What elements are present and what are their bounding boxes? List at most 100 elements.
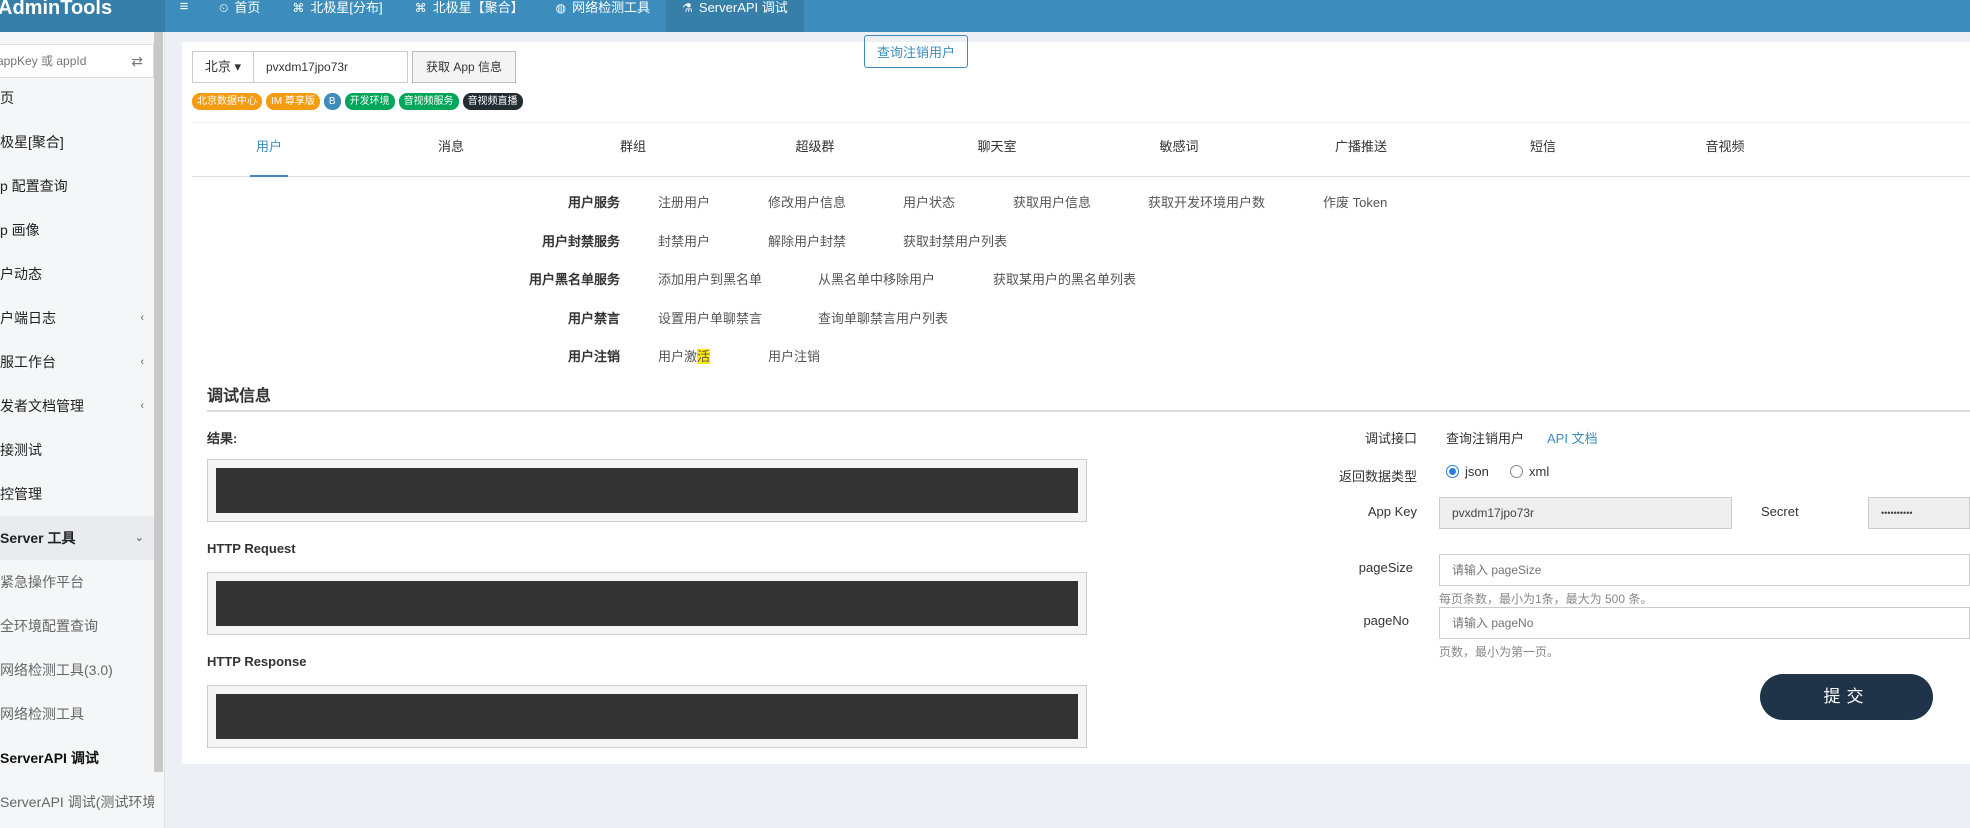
nav-item-polaris[interactable]: ⌘ 北极星[分布] bbox=[276, 0, 398, 32]
service-link[interactable]: 添加用户到黑名单 bbox=[658, 269, 762, 288]
sidebar-item[interactable]: 网络检测工具 bbox=[0, 692, 154, 736]
sidebar-item-label: 接测试 bbox=[0, 442, 42, 458]
sidebar-item[interactable]: 紧急操作平台 bbox=[0, 560, 154, 604]
sidebar-item[interactable]: 页 bbox=[0, 76, 154, 120]
service-link-label: 解除用户封禁 bbox=[768, 234, 847, 249]
tab[interactable]: 敏感词 bbox=[1134, 132, 1224, 177]
nav-item-network-check[interactable]: ◍ 网络检测工具 bbox=[540, 0, 667, 32]
service-link[interactable]: 获取开发环境用户数 bbox=[1148, 192, 1265, 211]
top-nav: ≡ ⏲ 首页 ⌘ 北极星[分布] ⌘ 北极星【聚合】 ◍ 网络检测工具 ⚗ ServerA… bbox=[165, 0, 804, 32]
sidebar-item[interactable]: 网络检测工具(3.0) bbox=[0, 648, 154, 692]
sidebar-search: ⇄ bbox=[0, 44, 154, 78]
region-dropdown[interactable]: 北京 ▾ bbox=[192, 51, 254, 83]
appkey-input[interactable] bbox=[253, 51, 408, 83]
service-link-label: 获取封禁用户列表 bbox=[903, 234, 1008, 249]
service-label: 用户封禁服务 bbox=[541, 234, 620, 249]
service-link[interactable]: 查询注销用户 bbox=[864, 35, 969, 68]
sidebar-item-label: p 配置查询 bbox=[0, 178, 68, 194]
sidebar-item[interactable]: 全环境配置查询 bbox=[0, 604, 154, 648]
sidebar-item-label: 发者文档管理 bbox=[0, 398, 84, 414]
result-box[interactable] bbox=[207, 459, 1087, 522]
service-link-label: 用户状态 bbox=[903, 195, 956, 210]
http-response-content bbox=[216, 694, 1078, 739]
service-link-label: 获取用户信息 bbox=[1013, 195, 1092, 210]
service-link[interactable]: 查询单聊禁言用户列表 bbox=[818, 308, 948, 327]
nav-item-home[interactable]: ⏲ 首页 bbox=[203, 0, 276, 32]
tab[interactable]: 群组 bbox=[588, 132, 678, 177]
nav-item-serverapi-debug[interactable]: ⚗ ServerAPI 调试 bbox=[666, 0, 804, 32]
sidebar-item[interactable]: p 配置查询 bbox=[0, 164, 154, 208]
service-link-label: 从黑名单中移除用户 bbox=[818, 272, 936, 287]
switch-icon[interactable]: ⇄ bbox=[131, 53, 143, 70]
sidebar-item[interactable]: 接测试 bbox=[0, 428, 154, 472]
service-link[interactable]: 用户激活 bbox=[658, 346, 711, 365]
secret-field[interactable]: •••••••••• bbox=[1868, 497, 1970, 529]
tab[interactable]: 短信 bbox=[1498, 132, 1588, 177]
sidebar-item-label: 网络检测工具(3.0) bbox=[0, 662, 113, 678]
service-link[interactable]: 封禁用户 bbox=[658, 231, 710, 250]
sidebar-item-label: 户端日志 bbox=[0, 310, 56, 326]
tab[interactable]: 超级群 bbox=[770, 132, 860, 177]
sidebar-item[interactable]: 服工作台 ‹ bbox=[0, 340, 154, 384]
tab[interactable]: 用户 bbox=[250, 132, 288, 177]
app-logo[interactable]: AdminTools bbox=[0, 0, 165, 32]
tab[interactable]: 音视频 bbox=[1680, 132, 1770, 177]
service-link[interactable]: 作废 Token bbox=[1323, 192, 1387, 211]
radio-json[interactable]: json bbox=[1446, 464, 1489, 479]
sidebar-item-label: 户动态 bbox=[0, 266, 42, 282]
chevron-icon: ‹ bbox=[140, 400, 144, 412]
tab[interactable]: 消息 bbox=[406, 132, 496, 177]
service-link[interactable]: 解除用户封禁 bbox=[768, 231, 846, 250]
service-link-label: 修改用户信息 bbox=[768, 195, 847, 210]
service-link[interactable]: 获取封禁用户列表 bbox=[903, 231, 1007, 250]
highlight-text: 活 bbox=[697, 349, 711, 364]
http-request-box[interactable] bbox=[207, 572, 1087, 635]
service-link[interactable]: 设置用户单聊禁言 bbox=[658, 308, 762, 327]
service-link-label: 用户注销 bbox=[768, 349, 821, 364]
debug-title: 调试信息 bbox=[207, 388, 272, 405]
http-response-box[interactable] bbox=[207, 685, 1087, 748]
chevron-icon: ⌄ bbox=[134, 532, 144, 544]
appkey-field[interactable]: pvxdm17jpo73r bbox=[1439, 497, 1732, 529]
sidebar-scrollbar[interactable] bbox=[154, 32, 163, 772]
status-badge: 音视频直播 bbox=[462, 93, 523, 110]
sidebar-item[interactable]: Server 工具 ⌄ bbox=[0, 516, 154, 560]
sidebar-item-label: 极星[聚合] bbox=[0, 134, 64, 150]
service-link-label: 封禁用户 bbox=[658, 234, 711, 249]
service-link[interactable]: 获取用户信息 bbox=[1013, 192, 1091, 211]
sidebar-item[interactable]: 极星[聚合] bbox=[0, 120, 154, 164]
sidebar-item[interactable]: 户动态 bbox=[0, 252, 154, 296]
submit-button[interactable]: 提交 bbox=[1760, 674, 1933, 720]
pagesize-input[interactable] bbox=[1439, 554, 1970, 586]
sidebar-item[interactable]: 发者文档管理 ‹ bbox=[0, 384, 154, 428]
fetch-app-info-button[interactable]: 获取 App 信息 bbox=[412, 51, 516, 83]
pageno-input[interactable] bbox=[1439, 607, 1970, 639]
status-badge: IM 尊享版 bbox=[266, 93, 320, 110]
main-panel: 北京 ▾ 获取 App 信息 北京数据中心IM 尊享版B开发环境音视频服务音视频… bbox=[182, 35, 1970, 764]
sidebar-item[interactable]: ServerAPI 调试(测试环境) bbox=[0, 780, 154, 824]
service-link[interactable]: 从黑名单中移除用户 bbox=[818, 269, 935, 288]
return-type-label: 返回数据类型 bbox=[1338, 469, 1417, 484]
sidebar-item[interactable]: 控管理 bbox=[0, 472, 154, 516]
service-link[interactable]: 用户注销 bbox=[768, 346, 820, 365]
sidebar-toggle-icon[interactable]: ≡ bbox=[165, 0, 203, 24]
tab[interactable]: 聊天室 bbox=[952, 132, 1042, 177]
tab[interactable]: 广播推送 bbox=[1316, 132, 1406, 177]
sidebar-item-label: 紧急操作平台 bbox=[0, 574, 84, 590]
sidebar-search-input[interactable] bbox=[0, 45, 117, 77]
sidebar-item[interactable]: p 画像 bbox=[0, 208, 154, 252]
nav-item-polaris-aggregate[interactable]: ⌘ 北极星【聚合】 bbox=[399, 0, 540, 32]
sidebar-item[interactable]: ServerAPI 调试 bbox=[0, 736, 154, 780]
command-icon: ⌘ bbox=[414, 1, 427, 15]
service-link-label: 获取开发环境用户数 bbox=[1148, 195, 1266, 210]
service-link[interactable]: 用户状态 bbox=[903, 192, 955, 211]
top-navbar: AdminTools ≡ ⏲ 首页 ⌘ 北极星[分布] ⌘ 北极星【聚合】 ◍ 网络检测… bbox=[0, 0, 1970, 32]
radio-xml[interactable]: xml bbox=[1510, 464, 1549, 479]
sidebar-item[interactable]: 户端日志 ‹ bbox=[0, 296, 154, 340]
service-link[interactable]: 获取某用户的黑名单列表 bbox=[993, 269, 1136, 288]
sidebar-item-label: Server 工具 bbox=[0, 530, 76, 546]
service-link[interactable]: 注册用户 bbox=[658, 192, 710, 211]
http-request-content bbox=[216, 581, 1078, 626]
api-doc-link[interactable]: API 文档 bbox=[1547, 428, 1598, 447]
service-link[interactable]: 修改用户信息 bbox=[768, 192, 846, 211]
